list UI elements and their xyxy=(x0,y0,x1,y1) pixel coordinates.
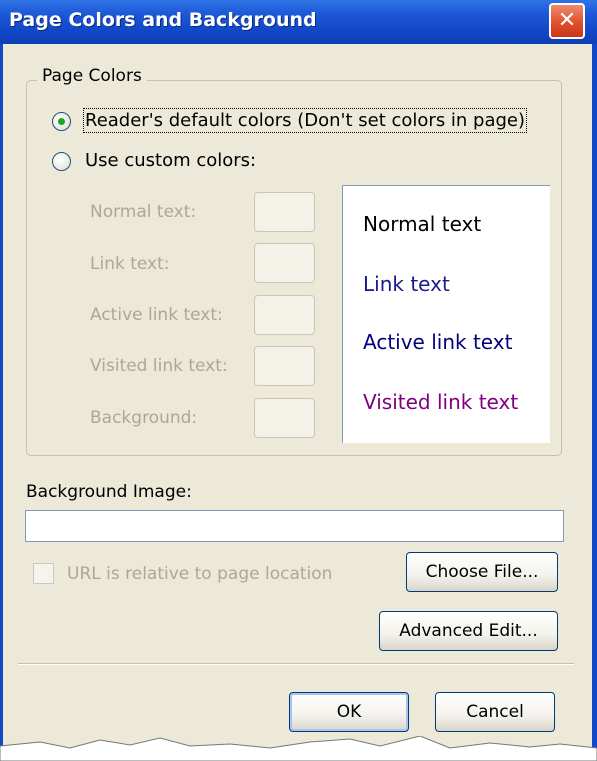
choose-file-button[interactable]: Choose File... xyxy=(406,552,558,592)
window-frame-right xyxy=(592,44,597,761)
visited-link-text-color-button[interactable] xyxy=(254,346,315,386)
color-preview-panel: Normal text Link text Active link text V… xyxy=(342,185,550,443)
preview-normal-text: Normal text xyxy=(363,212,482,236)
window-frame-left xyxy=(0,44,3,761)
link-text-label: Link text: xyxy=(90,254,170,274)
url-relative-checkbox[interactable] xyxy=(33,563,54,584)
close-button[interactable]: ✕ xyxy=(549,3,585,39)
default-colors-label: Reader's default colors (Don't set color… xyxy=(82,108,528,133)
background-color-label: Background: xyxy=(90,408,198,428)
normal-text-color-button[interactable] xyxy=(254,192,315,232)
url-relative-label: URL is relative to page location xyxy=(67,564,333,584)
visited-link-text-label: Visited link text: xyxy=(90,356,228,376)
active-link-text-color-button[interactable] xyxy=(254,295,315,335)
background-color-button[interactable] xyxy=(254,398,315,438)
link-text-color-button[interactable] xyxy=(254,243,315,283)
window-title: Page Colors and Background xyxy=(9,9,317,31)
background-image-input[interactable] xyxy=(25,510,564,542)
close-icon: ✕ xyxy=(557,8,577,33)
ok-button[interactable]: OK xyxy=(289,692,409,732)
torn-edge-decoration xyxy=(0,736,597,761)
page-colors-legend: Page Colors xyxy=(37,66,147,86)
active-link-text-label: Active link text: xyxy=(90,305,223,325)
custom-colors-radio[interactable] xyxy=(52,152,71,171)
page-colors-dialog: Page Colors and Background ✕ Page Colors… xyxy=(0,0,597,761)
custom-colors-label: Use custom colors: xyxy=(85,150,257,171)
advanced-edit-button[interactable]: Advanced Edit... xyxy=(379,611,558,651)
preview-visited-link-text: Visited link text xyxy=(363,390,519,414)
default-colors-radio[interactable] xyxy=(52,112,71,131)
preview-link-text: Link text xyxy=(363,272,450,296)
dialog-separator xyxy=(18,663,574,665)
background-image-label: Background Image: xyxy=(26,482,192,502)
cancel-button[interactable]: Cancel xyxy=(435,692,555,732)
radio-selected-dot xyxy=(58,118,65,125)
title-bar: Page Colors and Background ✕ xyxy=(0,0,597,44)
preview-active-link-text: Active link text xyxy=(363,330,513,354)
normal-text-label: Normal text: xyxy=(90,202,197,222)
